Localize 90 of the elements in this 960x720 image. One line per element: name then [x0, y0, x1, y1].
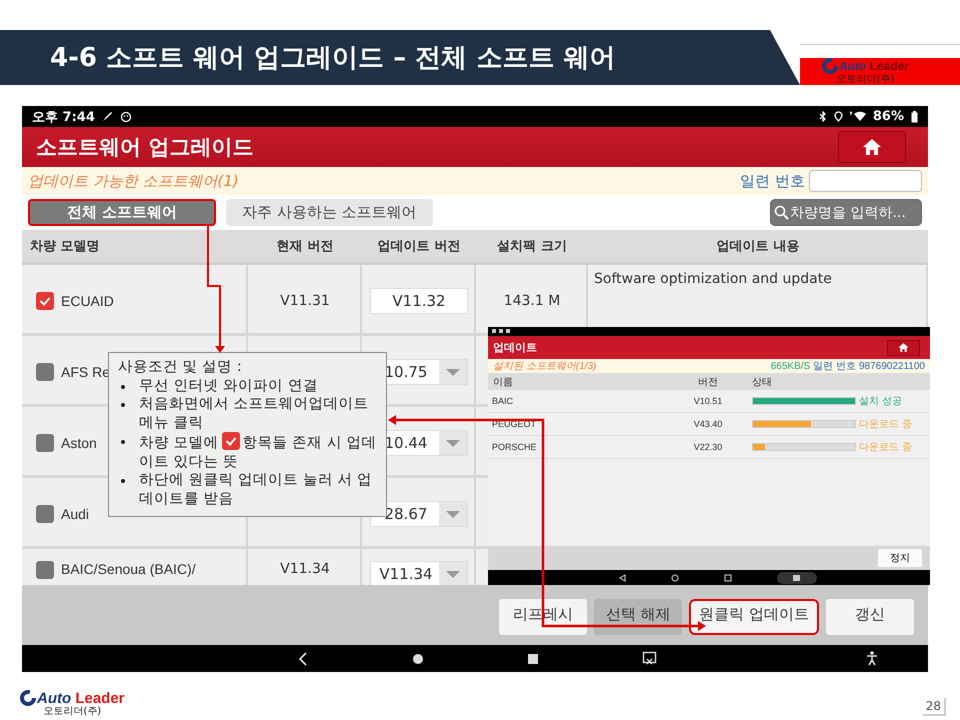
column-header: 현재 버전	[248, 230, 362, 265]
tab[interactable]: 자주 사용하는 소프트웨어	[226, 199, 433, 226]
package-size: 143.1 M	[504, 292, 560, 308]
vehicle-name: BAIC	[491, 396, 514, 406]
app-title: 소프트웨어 업그레이드	[36, 134, 254, 161]
status-time: 오후 7:44	[32, 108, 95, 126]
vehicle-name: PEUGEOT	[491, 419, 538, 429]
home-icon	[862, 137, 882, 157]
install-status: 다운로드 중	[859, 441, 912, 454]
checkbox[interactable]	[36, 362, 54, 380]
logo-mark-icon	[822, 58, 838, 74]
current-version: V11.34	[280, 561, 330, 577]
callout-text: 처음화면에서 소프트웨어업데이트 메뉴 클릭	[139, 395, 370, 432]
search-icon	[774, 205, 789, 220]
available-count: 업데이트 가능한 소프트웨어(1)	[28, 172, 239, 190]
serial-label: 일련 번호	[813, 360, 856, 373]
version-field: V11.32	[370, 288, 468, 314]
column-header: 차량 모델명	[22, 230, 248, 265]
current-version: V11.31	[280, 292, 330, 308]
callout-text: 무선 인터넷 와이파이 연결	[139, 376, 319, 395]
version-dropdown[interactable]: V11.34	[370, 561, 468, 585]
serial-number-field[interactable]	[809, 170, 922, 192]
callout-title: 사용조건 및 설명 :	[118, 358, 243, 376]
company-name: 오토리더(주)	[43, 707, 102, 717]
square-icon[interactable]	[527, 652, 539, 664]
page-number: 28	[922, 698, 946, 716]
bullet-icon	[121, 479, 125, 483]
back-icon[interactable]	[619, 574, 626, 582]
tab[interactable]: 전체 소프트웨어	[28, 199, 216, 226]
installed-count: 설치된 소프트웨어(1/3)	[493, 360, 596, 373]
screenshot-icon[interactable]	[642, 651, 657, 666]
person-icon[interactable]	[866, 651, 878, 666]
back-icon[interactable]	[298, 652, 308, 666]
home-circle-icon[interactable]	[412, 652, 424, 664]
search-field[interactable]: 차량명을 입력하...	[770, 199, 922, 226]
face-icon	[120, 110, 132, 122]
checkbox[interactable]	[36, 292, 54, 310]
vehicle-name: Audi	[61, 506, 90, 522]
slide-title: 4-6 소프트 웨어 업그레이드 – 전체 소프트 웨어	[50, 42, 616, 75]
download-speed: 665KB/S	[770, 360, 810, 372]
battery-percent: 86%	[872, 109, 904, 124]
vehicle-name: BAIC/Senoua (BAIC)/	[61, 561, 196, 577]
stop-button[interactable]: 정지	[878, 549, 922, 567]
column-header: 상태	[752, 376, 773, 388]
column-header: 업데이트 내용	[588, 230, 928, 265]
home-icon	[898, 342, 909, 353]
version-text: V22.30	[692, 442, 724, 452]
checkbox[interactable]	[36, 504, 54, 522]
vehicle-name: PORSCHE	[491, 442, 538, 452]
checkbox[interactable]	[36, 434, 54, 452]
column-header: 이름	[492, 376, 514, 388]
install-status: 설치 성공	[859, 395, 902, 408]
serial-label: 일련 번호	[740, 172, 805, 190]
brush-icon	[102, 111, 113, 122]
serial-number: 987690221100	[859, 360, 925, 372]
wifi-icon	[850, 111, 866, 122]
status-icons-drawing	[492, 329, 512, 334]
vehicle-name: Aston	[61, 434, 97, 450]
vehicle-name: ECUAID	[61, 292, 114, 308]
version-text: V10.51	[692, 396, 724, 406]
update-description: Software optimization and update	[594, 271, 832, 287]
home-circle-icon[interactable]	[671, 574, 679, 582]
home-button[interactable]	[887, 340, 920, 356]
app-title: 업데이트	[493, 341, 537, 355]
screenshot-icon[interactable]	[777, 572, 817, 584]
logo-mark-icon	[20, 690, 36, 706]
bluetooth-icon	[818, 111, 827, 122]
action-button[interactable]: 원클릭 업데이트	[689, 599, 819, 635]
column-header: 버전	[697, 376, 719, 388]
caret-icon	[439, 360, 467, 384]
bullet-icon	[121, 440, 125, 444]
bullet-icon	[121, 384, 125, 388]
square-icon[interactable]	[724, 574, 732, 582]
install-status: 다운로드 중	[859, 418, 912, 431]
bullet-icon	[121, 403, 125, 407]
location-icon	[834, 111, 843, 122]
home-button[interactable]	[838, 131, 906, 163]
column-header: 설치팩 크기	[476, 230, 588, 265]
version-text: V43.40	[692, 419, 724, 429]
caret-icon	[439, 502, 467, 526]
checkbox[interactable]	[36, 561, 54, 579]
checkbox-icon	[222, 432, 240, 450]
brand-name: Auto Leader	[37, 690, 125, 706]
caret-icon	[439, 430, 467, 454]
action-button[interactable]: 갱신	[826, 599, 914, 635]
brand-name: Auto Leader	[839, 60, 910, 72]
column-header: 업데이트 버전	[362, 230, 476, 265]
company-name: 오토리더(주)	[836, 75, 894, 85]
caret-icon	[439, 562, 467, 585]
battery-icon	[911, 110, 918, 122]
